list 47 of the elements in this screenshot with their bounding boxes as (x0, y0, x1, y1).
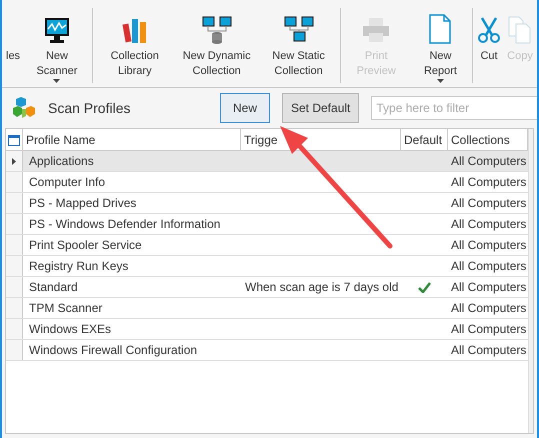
scrollbar[interactable] (528, 129, 533, 433)
toolbar-button[interactable]: New Dynamic Collection (178, 8, 256, 79)
table-cell-text: Print Spooler Service (28, 237, 143, 254)
monitor-icon (42, 16, 71, 44)
column-header[interactable]: Default (401, 129, 448, 150)
filter-field[interactable]: Type here to filter (371, 96, 537, 120)
column-header[interactable]: Profile Name (23, 129, 241, 150)
column-chooser-icon[interactable] (8, 134, 20, 146)
cubes-logo-icon (12, 96, 36, 120)
table-cell-text: Windows Firewall Configuration (28, 342, 198, 359)
table-cell-text: TPM Scanner (28, 300, 104, 317)
scissors-icon (477, 16, 501, 44)
table-cell-text: All Computers (450, 342, 528, 359)
document-icon (428, 14, 452, 44)
table-cell-text: All Computers (450, 195, 528, 212)
books-icon (120, 16, 149, 44)
table-cell-text: All Computers (450, 258, 528, 275)
table-cell-text: PS - Mapped Drives (28, 195, 138, 212)
table-cell-text: Computer Info (28, 174, 106, 191)
panel-title: Scan Profiles (48, 98, 132, 118)
table-cell-text: Applications (28, 153, 95, 170)
panel-button[interactable]: Set Default (282, 93, 360, 123)
table-cell-text: When scan age is 7 days old (245, 279, 398, 296)
table-cell-text: Windows EXEs (28, 321, 112, 338)
table-cell-text: All Computers (450, 279, 528, 296)
table-cell-text: Registry Run Keys (28, 258, 130, 275)
table-cell-text: All Computers (450, 300, 528, 317)
table-cell-text: All Computers (450, 216, 528, 233)
toolbar-button[interactable]: les (5, 8, 22, 64)
row-header[interactable] (6, 151, 23, 171)
row-pointer-icon (12, 158, 16, 164)
toolbar-button[interactable]: New Scanner (25, 8, 89, 83)
copy-icon (507, 16, 533, 44)
table-cell-text: Standard (28, 279, 79, 296)
table-cell-text: PS - Windows Defender Information (28, 216, 222, 233)
table-cell-text: All Computers (450, 174, 528, 191)
toolbar-button[interactable]: Collection Library (96, 8, 174, 79)
printer-icon (361, 16, 392, 44)
panel-button[interactable]: New (220, 93, 270, 123)
table-cell-text: All Computers (450, 237, 528, 254)
toolbar-button[interactable]: Cut (476, 8, 502, 64)
network-database-icon (202, 16, 232, 44)
table-cell-text: All Computers (450, 153, 528, 170)
network-icon (284, 16, 314, 44)
table-cell-text: All Computers (450, 321, 528, 338)
toolbar-button[interactable]: New Static Collection (260, 8, 338, 79)
toolbar-button[interactable]: New Report (412, 8, 469, 83)
